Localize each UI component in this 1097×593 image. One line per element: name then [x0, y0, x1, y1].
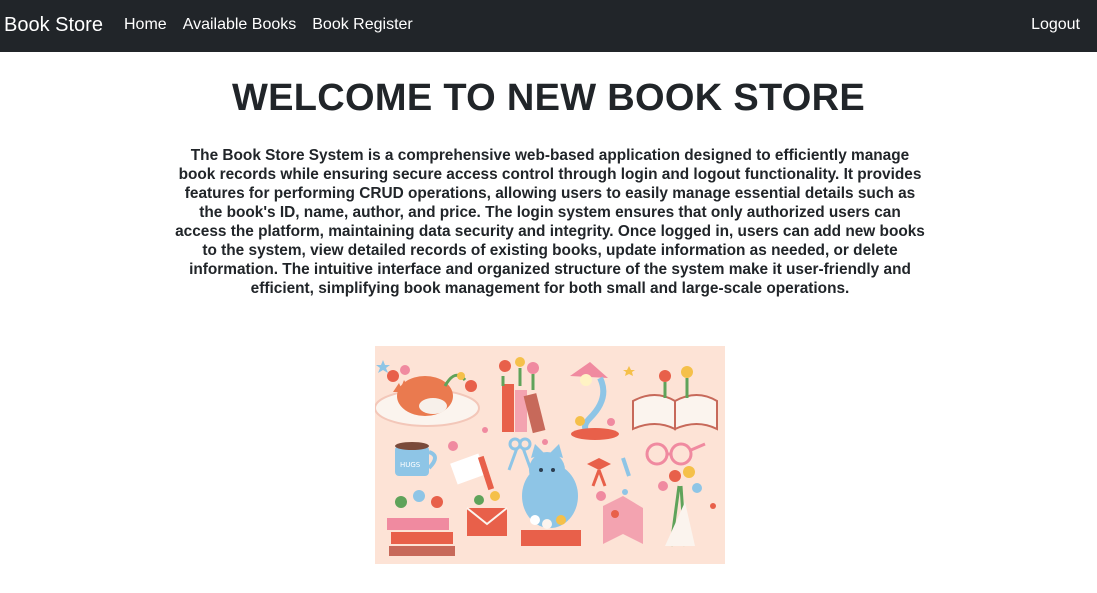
intro-paragraph: The Book Store System is a comprehensive…: [175, 147, 925, 297]
mug-text: HUGS: [400, 461, 421, 469]
sleeping-cat-icon: [375, 365, 480, 427]
envelope-icon: [466, 491, 508, 536]
nav-book-register-link[interactable]: Book Register: [312, 15, 413, 35]
open-book-icon: [632, 366, 718, 431]
logout-link[interactable]: Logout: [1031, 15, 1080, 35]
bouquet-icon: [658, 466, 702, 547]
page-title: WELCOME TO NEW BOOK STORE: [231, 77, 866, 119]
nav-available-books-link[interactable]: Available Books: [183, 15, 297, 35]
mug-icon: HUGS: [395, 442, 437, 476]
nav-links: Home Available Books Book Register: [124, 15, 429, 35]
brand-link[interactable]: Book Store: [4, 13, 103, 37]
stacked-books-icon: [387, 490, 455, 556]
ribbon-icon: [587, 457, 631, 487]
open-book-pink-icon: [596, 491, 643, 544]
scissors-icon: [507, 437, 533, 471]
letter-and-pen-icon: [448, 441, 495, 491]
bookstore-illustration: HUGS: [375, 346, 725, 564]
desk-lamp-icon: [570, 362, 619, 440]
books-with-flowers-icon: [499, 357, 546, 434]
illustration-art: HUGS: [375, 357, 718, 556]
glasses-icon: [645, 442, 706, 466]
top-navbar: Book Store Home Available Books Book Reg…: [0, 0, 1097, 52]
nav-home-link[interactable]: Home: [124, 15, 167, 35]
cat-icon: [521, 444, 581, 546]
